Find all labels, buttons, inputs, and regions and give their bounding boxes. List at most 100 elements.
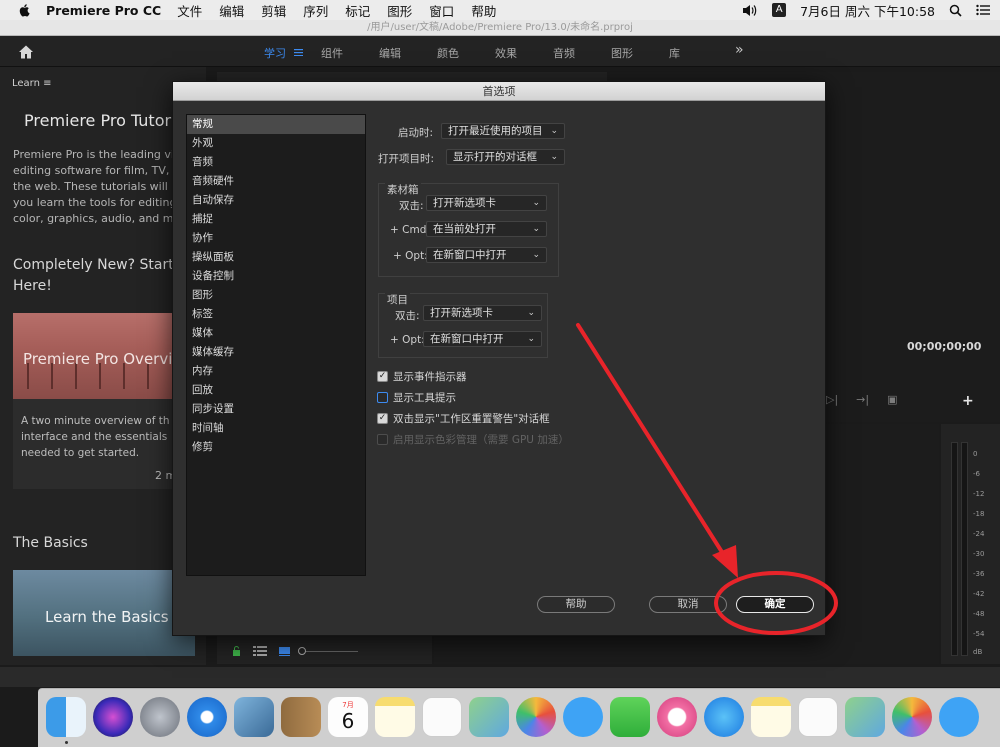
photos-icon[interactable]: [892, 697, 932, 737]
category-collaboration[interactable]: 协作: [187, 229, 365, 248]
menu-markers[interactable]: 标记: [345, 1, 370, 20]
checkbox-workspace-reset-warning[interactable]: ✓ 双击显示"工作区重置警告"对话框: [377, 411, 550, 426]
menu-clip[interactable]: 剪辑: [261, 1, 286, 20]
insert-icon[interactable]: →|: [856, 393, 869, 406]
tutorial-card-overview[interactable]: Premiere Pro Overvi: [13, 313, 173, 399]
reminders-icon[interactable]: [422, 697, 462, 737]
app-menu[interactable]: Premiere Pro CC: [46, 3, 161, 18]
button-editor-add[interactable]: +: [962, 393, 974, 409]
menubar-clock[interactable]: 7月6日 周六 下午10:58: [800, 1, 935, 20]
window-title-bar: /用户/user/文稿/Adobe/Premiere Pro/13.0/未命名.…: [0, 20, 1000, 36]
category-labels[interactable]: 标签: [187, 305, 365, 324]
workspace-tab-libraries[interactable]: 库: [669, 45, 680, 61]
finder-icon[interactable]: [46, 697, 86, 737]
category-audio[interactable]: 音频: [187, 153, 365, 172]
cancel-button[interactable]: 取消: [649, 596, 727, 613]
category-memory[interactable]: 内存: [187, 362, 365, 381]
workspace-tab-assembly[interactable]: 组件: [321, 45, 343, 61]
project-opt-select[interactable]: 在新窗口中打开 ⌄: [423, 331, 542, 347]
notes-icon[interactable]: [375, 697, 415, 737]
category-trim[interactable]: 修剪: [187, 438, 365, 457]
workspace-tab-effects[interactable]: 效果: [495, 45, 517, 61]
bin-opt-select[interactable]: 在新窗口中打开 ⌄: [426, 247, 547, 263]
messages-icon[interactable]: [563, 697, 603, 737]
input-source-indicator[interactable]: A: [772, 3, 787, 17]
category-control-surface[interactable]: 操纵面板: [187, 248, 365, 267]
facetime-icon[interactable]: [610, 697, 650, 737]
category-audio-hardware[interactable]: 音频硬件: [187, 172, 365, 191]
checkbox-show-event-indicators[interactable]: ✓ 显示事件指示器: [377, 369, 467, 384]
category-timeline[interactable]: 时间轴: [187, 419, 365, 438]
chevron-down-icon: ⌄: [532, 224, 540, 234]
home-icon[interactable]: [18, 44, 34, 60]
workspace-tab-editing[interactable]: 编辑: [379, 45, 401, 61]
spotlight-search-icon[interactable]: [949, 4, 962, 17]
messages-icon[interactable]: [939, 697, 979, 737]
learn-description: Premiere Pro is the leading vid editing …: [13, 148, 178, 225]
startup-select[interactable]: 打开最近使用的项目 ⌄: [441, 123, 565, 139]
maps-icon[interactable]: [845, 697, 885, 737]
section-basics: The Basics: [13, 535, 88, 551]
music-icon[interactable]: [657, 697, 697, 737]
menu-file[interactable]: 文件: [177, 1, 202, 20]
photos-icon[interactable]: [516, 697, 556, 737]
program-timecode[interactable]: 00;00;00;00: [907, 340, 981, 353]
export-frame-icon[interactable]: ▣: [887, 393, 897, 406]
panel-menu-icon[interactable]: ≡: [43, 78, 51, 89]
maps-icon[interactable]: [469, 697, 509, 737]
project-panel-tools: [232, 646, 358, 656]
bin-cmd-select[interactable]: 在当前处打开 ⌄: [426, 221, 547, 237]
siri-icon[interactable]: [93, 697, 133, 737]
workspace-menu-icon[interactable]: [294, 49, 303, 56]
workspace-overflow-button[interactable]: »: [735, 42, 744, 58]
open-project-select[interactable]: 显示打开的对话框 ⌄: [446, 149, 565, 165]
chevron-down-icon: ⌄: [532, 198, 540, 208]
menu-help[interactable]: 帮助: [471, 1, 496, 20]
help-button[interactable]: 帮助: [537, 596, 615, 613]
reminders-icon[interactable]: [798, 697, 838, 737]
launchpad-icon[interactable]: [140, 697, 180, 737]
step-forward-icon[interactable]: ▷|: [826, 393, 838, 406]
app-store-icon[interactable]: [704, 697, 744, 737]
safari-icon[interactable]: [187, 697, 227, 737]
contacts-icon[interactable]: [281, 697, 321, 737]
category-graphics[interactable]: 图形: [187, 286, 365, 305]
workspace-tab-color[interactable]: 颜色: [437, 45, 459, 61]
ok-button[interactable]: 确定: [736, 596, 814, 613]
checkmark-icon[interactable]: ✓: [377, 413, 388, 424]
notification-center-icon[interactable]: [976, 4, 990, 16]
preview-icon[interactable]: [234, 697, 274, 737]
tutorial-card-basics[interactable]: Learn the Basics: [13, 570, 195, 656]
project-double-click-select[interactable]: 打开新选项卡 ⌄: [423, 305, 542, 321]
menu-window[interactable]: 窗口: [429, 1, 454, 20]
workspace-tab-graphics[interactable]: 图形: [611, 45, 633, 61]
checkbox-empty-icon[interactable]: [377, 392, 388, 403]
calendar-icon[interactable]: 7月 6: [328, 697, 368, 737]
category-auto-save[interactable]: 自动保存: [187, 191, 365, 210]
zoom-slider[interactable]: [298, 646, 358, 655]
menu-edit[interactable]: 编辑: [219, 1, 244, 20]
category-capture[interactable]: 捕捉: [187, 210, 365, 229]
menu-graphics[interactable]: 图形: [387, 1, 412, 20]
category-media-cache[interactable]: 媒体缓存: [187, 343, 365, 362]
category-appearance[interactable]: 外观: [187, 134, 365, 153]
lock-icon[interactable]: [232, 646, 241, 656]
workspace-tab-audio[interactable]: 音频: [553, 45, 575, 61]
notes-icon[interactable]: [751, 697, 791, 737]
category-general[interactable]: 常规: [187, 115, 365, 134]
category-playback[interactable]: 回放: [187, 381, 365, 400]
icon-view-icon[interactable]: [279, 646, 290, 656]
category-media[interactable]: 媒体: [187, 324, 365, 343]
volume-icon[interactable]: [742, 4, 758, 17]
workspace-tab-learn[interactable]: 学习: [264, 45, 286, 61]
apple-icon[interactable]: [18, 3, 32, 17]
category-device-control[interactable]: 设备控制: [187, 267, 365, 286]
bin-double-click-select[interactable]: 打开新选项卡 ⌄: [426, 195, 547, 211]
list-view-icon[interactable]: [253, 646, 267, 656]
checkmark-icon[interactable]: ✓: [377, 371, 388, 382]
project-double-click-label: 双击:: [395, 310, 420, 322]
learn-panel-header[interactable]: Learn ≡: [12, 78, 52, 89]
checkbox-show-tooltips[interactable]: 显示工具提示: [377, 390, 456, 405]
category-sync-settings[interactable]: 同步设置: [187, 400, 365, 419]
menu-sequence[interactable]: 序列: [303, 1, 328, 20]
